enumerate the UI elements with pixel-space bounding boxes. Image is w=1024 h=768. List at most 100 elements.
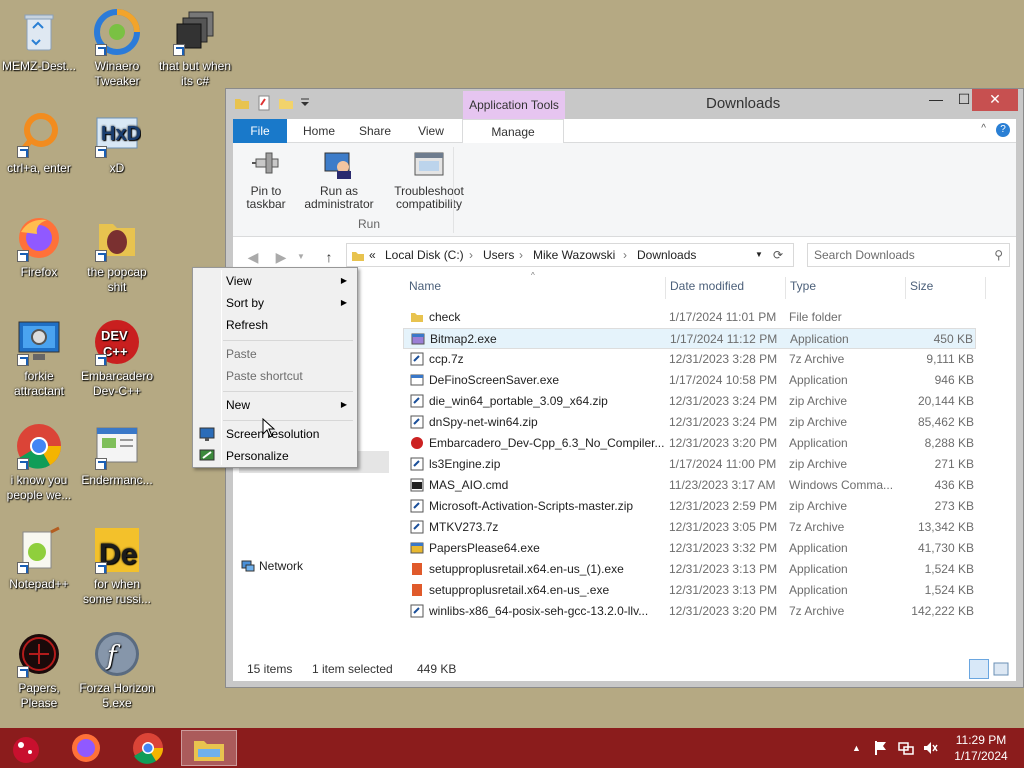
column-type[interactable]: Type [790, 279, 816, 293]
large-icons-view-icon[interactable] [993, 661, 1009, 677]
up-button[interactable]: ↑ [319, 247, 339, 267]
file-row[interactable]: ccp.7z 12/31/2023 3:28 PM 7z Archive 9,111 … [403, 349, 976, 370]
file-row[interactable]: Bitmap2.exe 1/17/2024 11:12 PM Application… [403, 328, 976, 349]
file-row[interactable]: ls3Engine.zip 1/17/2024 11:00 PM zip Archi… [403, 454, 976, 475]
menu-item-sort-by[interactable]: Sort by ▶ [195, 292, 355, 314]
tab-share[interactable]: Share [353, 119, 397, 143]
tab-file[interactable]: File [233, 119, 287, 143]
clock[interactable]: 11:29 PM 1/17/2024 [950, 728, 1012, 768]
collapse-ribbon-icon[interactable]: ^ [981, 123, 986, 134]
breadcrumb-overflow[interactable]: « [369, 244, 376, 266]
breadcrumb-mike-wazowski[interactable]: Mike Wazowski [533, 244, 615, 266]
desktop-icon-popcap[interactable]: the popcap shit [78, 214, 156, 295]
file-row[interactable]: die_win64_portable_3.09_x64.zip 12/31/202… [403, 391, 976, 412]
status-bar: 15 items 1 item selected 449 KB [233, 657, 1016, 681]
start-button[interactable] [0, 730, 54, 766]
details-view-icon[interactable] [969, 659, 989, 679]
breadcrumb-local-disk[interactable]: Local Disk (C:) [385, 244, 464, 266]
search-input[interactable]: Search Downloads ⚲ [807, 243, 1010, 267]
address-dropdown-icon[interactable]: ▼ [755, 244, 763, 266]
recent-locations-button[interactable]: ▼ [295, 247, 307, 267]
file-row[interactable]: setupproplusretail.x64.en-us_.exe 12/31/2… [403, 580, 976, 601]
properties-icon[interactable] [256, 95, 272, 111]
file-row[interactable]: MAS_AIO.cmd 11/23/2023 3:17 AM Windows Com… [403, 475, 976, 496]
column-name[interactable]: Name [409, 279, 441, 293]
menu-item-refresh[interactable]: Refresh [195, 314, 355, 336]
ribbon-panel: Pin to taskbar Run as administrator Trou… [233, 143, 1016, 237]
submenu-arrow-icon: ▶ [340, 276, 347, 285]
desktop-icon-devcpp[interactable]: DEV C++ Embarcadero Dev-C++ [78, 318, 156, 399]
archive-icon [410, 499, 424, 513]
column-date-modified[interactable]: Date modified [670, 279, 744, 293]
menu-item-view[interactable]: View ▶ [195, 270, 355, 292]
column-size[interactable]: Size [910, 279, 933, 293]
desktop-icon-de[interactable]: De for when some russi... [78, 526, 156, 607]
customize-qat-icon[interactable] [300, 95, 310, 111]
desktop-icon-forza[interactable]: f Forza Horizon 5.exe [78, 630, 156, 711]
admin-icon [323, 149, 355, 181]
desktop-icon-endermanch[interactable]: Endermanc... [78, 422, 156, 488]
sort-ascending-icon: ^ [531, 271, 535, 280]
file-row[interactable]: Microsoft-Activation-Scripts-master.zip 1… [403, 496, 976, 517]
file-row[interactable]: MTKV273.7z 12/31/2023 3:05 PM 7z Archive 13… [403, 517, 976, 538]
desktop-icon-ctrl-a[interactable]: ctrl+a, enter [0, 110, 78, 176]
help-icon[interactable]: ? [996, 123, 1010, 137]
volume-muted-icon[interactable] [922, 740, 938, 756]
tab-manage[interactable]: Manage [462, 119, 564, 144]
forward-button[interactable]: ▶ [271, 247, 291, 267]
new-folder-icon[interactable] [278, 95, 294, 111]
clock-time: 11:29 PM [955, 733, 1007, 747]
close-button[interactable]: ✕ [972, 89, 1018, 111]
desktop-icon-papers-please[interactable]: Papers, Please [0, 630, 78, 711]
window-title: Downloads [706, 95, 781, 112]
file-row[interactable]: Embarcadero_Dev-Cpp_6.3_No_Compiler... 12… [403, 433, 976, 454]
file-size: 85,462 KB [917, 415, 974, 429]
nav-item-network[interactable]: Network [241, 559, 303, 573]
file-row[interactable]: PapersPlease64.exe 12/31/2023 3:32 PM Appl… [403, 538, 976, 559]
desktop-icon-notepadpp[interactable]: Notepad++ [0, 526, 78, 592]
office-icon [410, 562, 424, 576]
menu-item-new[interactable]: New ▶ [195, 394, 355, 416]
run-as-admin-button[interactable]: Run as administrator [297, 149, 381, 211]
hxd-icon: HxD [93, 110, 141, 158]
file-type: Application [789, 436, 848, 450]
pin-to-taskbar-button[interactable]: Pin to taskbar [241, 149, 291, 211]
desktop-icon-winaero[interactable]: Winaero Tweaker [78, 8, 156, 89]
desktop-icon-memz[interactable]: MEMZ-Dest... [0, 8, 78, 74]
taskbar: ▲ 11:29 PM 1/17/2024 [0, 728, 1024, 768]
file-row[interactable]: check 1/17/2024 11:01 PM File folder [403, 307, 976, 328]
back-button[interactable]: ◀ [243, 247, 263, 267]
desktop-icon-that-but-c-sharp[interactable]: that but when its c# [156, 8, 234, 89]
folder-icon[interactable] [234, 95, 250, 111]
file-list: Name ^ Date modified Type Size check 1/17… [401, 271, 1016, 668]
menu-item-personalize[interactable]: Personalize [195, 445, 355, 467]
taskbar-chrome-button[interactable] [120, 730, 176, 766]
file-row[interactable]: dnSpy-net-win64.zip 12/31/2023 3:24 PM zip… [403, 412, 976, 433]
breadcrumb-downloads[interactable]: Downloads [637, 244, 696, 266]
troubleshoot-compatibility-button[interactable]: Troubleshoot compatibility [379, 149, 479, 211]
file-row[interactable]: setupproplusretail.x64.en-us_(1).exe 12/3… [403, 559, 976, 580]
desktop-icon-forkie[interactable]: forkie attractant [0, 318, 78, 399]
tab-view[interactable]: View [411, 119, 451, 143]
file-row[interactable]: winlibs-x86_64-posix-seh-gcc-13.2.0-llv.… [403, 601, 976, 622]
desktop-icon-xd[interactable]: HxD xD [78, 110, 156, 176]
address-bar[interactable]: « Local Disk (C:) › Users › Mike Wazowsk… [346, 243, 794, 267]
file-name: winlibs-x86_64-posix-seh-gcc-13.2.0-llv.… [429, 604, 649, 618]
file-row[interactable]: DeFinoScreenSaver.exe 1/17/2024 10:58 PM A… [403, 370, 976, 391]
taskbar-file-explorer-button[interactable] [181, 730, 237, 766]
show-hidden-icons-button[interactable]: ▲ [852, 728, 864, 768]
file-name: PapersPlease64.exe [429, 541, 540, 555]
file-name: check [429, 310, 461, 324]
file-name: MAS_AIO.cmd [429, 478, 509, 492]
refresh-icon[interactable]: ⟳ [773, 244, 783, 266]
mouse-cursor-icon [262, 417, 276, 438]
minimize-button[interactable]: — [922, 89, 950, 111]
breadcrumb-users[interactable]: Users [483, 244, 514, 266]
taskbar-firefox-button[interactable] [58, 730, 114, 766]
status-selection: 1 item selected [312, 662, 393, 676]
tab-home[interactable]: Home [297, 119, 341, 143]
action-center-flag-icon[interactable] [874, 740, 888, 756]
desktop-icon-firefox[interactable]: Firefox [0, 214, 78, 280]
network-tray-icon[interactable] [898, 740, 914, 756]
desktop-icon-chrome[interactable]: i know you people we... [0, 422, 78, 503]
